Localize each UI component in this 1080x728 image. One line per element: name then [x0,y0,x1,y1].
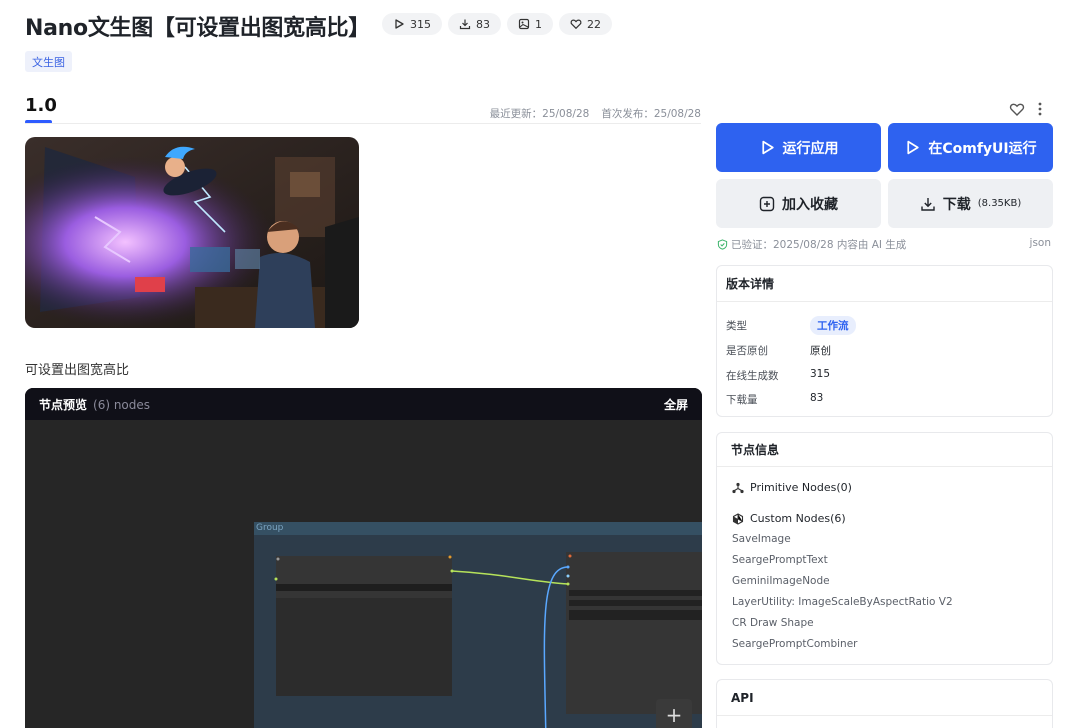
last-update: 最近更新：25/08/28 [489,108,590,120]
workflow-description: 可设置出图宽高比 [25,363,130,378]
node-list-item: SeargePromptText [732,554,828,566]
fullscreen-button[interactable]: 全屏 [664,396,688,413]
version-details-title: 版本详情 [717,266,1052,302]
api-title[interactable]: API [717,680,1052,716]
version-details-card: 版本详情 类型 工作流 是否原创 原创 在线生成数 315 下载量 83 [716,265,1053,417]
download-icon [921,197,935,211]
verification-note: 已验证：2025/08/28 内容由 AI 生成 [717,237,906,252]
add-node-button[interactable]: + [656,699,692,728]
run-in-comfyui-label: 在ComfyUI运行 [928,140,1037,157]
primitive-nodes-row[interactable]: Primitive Nodes(0) [732,481,852,494]
version-dates: 最近更新：25/08/28 首次发布：25/08/28 [490,106,701,121]
play-icon [395,19,404,29]
images-stat: 1 [507,13,553,35]
downloads-stat: 83 [448,13,501,35]
primitive-nodes-label: Primitive Nodes(0) [750,481,852,494]
node-info-title: 节点信息 [717,433,1052,467]
add-favorite-label: 加入收藏 [782,196,838,213]
cube-icon [732,512,744,525]
plus-square-icon [759,196,775,211]
version-tab[interactable]: 1.0 [25,95,57,116]
detail-key: 类型 [726,320,747,332]
nodes-tree-icon [732,482,744,493]
run-app-label: 运行应用 [782,140,839,157]
detail-key: 下载量 [726,394,758,406]
detail-value: 原创 [810,345,831,357]
node-info-card: 节点信息 Primitive Nodes(0) Custom Nodes(6) … [716,432,1053,665]
download-icon [459,19,471,30]
first-publish: 首次发布：25/08/28 [601,108,701,120]
download-button[interactable]: 下载 (8.35KB) [888,179,1053,228]
verification-text: 已验证：2025/08/28 内容由 AI 生成 [731,239,907,251]
node-list-item: GeminiImageNode [732,575,830,587]
node-list-item: CR Draw Shape [732,617,814,629]
detail-value: 工作流 [810,316,856,335]
node-preview-panel[interactable]: 节点预览 (6) nodes 全屏 Group + [25,388,702,728]
node-preview-label: 节点预览 [39,397,88,412]
type-badge: 工作流 [810,316,856,335]
right-toolbar [1009,101,1042,117]
heart-icon[interactable] [1009,101,1025,117]
stats-bar: 315 83 1 22 [382,13,612,35]
likes-stat[interactable]: 22 [559,13,612,35]
detail-key: 是否原创 [726,345,768,357]
shield-check-icon [717,239,728,250]
api-card: API [716,679,1053,728]
node-list-item: SaveImage [732,533,791,545]
workflow-cover-image[interactable] [25,137,359,328]
custom-nodes-row[interactable]: Custom Nodes(6) [732,512,846,525]
downloads-count: 83 [476,17,490,31]
add-favorite-button[interactable]: 加入收藏 [716,179,881,228]
heart-icon [570,19,582,30]
node-list-item: SeargePromptCombiner [732,638,858,650]
play-icon [907,140,920,155]
likes-count: 22 [587,17,601,31]
download-size: (8.35KB) [977,198,1022,209]
download-label: 下载 [942,196,971,213]
node-group[interactable]: Group [254,522,702,728]
node-preview-header: 节点预览 (6) nodes 全屏 [25,388,702,420]
json-link[interactable]: json [1030,237,1051,249]
image-icon [518,18,530,30]
run-app-button[interactable]: 运行应用 [716,123,881,172]
divider [25,123,701,124]
page-title: Nano文生图【可设置出图宽高比】 [25,16,370,41]
images-count: 1 [535,17,542,31]
node-preview-title: 节点预览 (6) nodes [39,396,150,413]
more-options-icon[interactable] [1038,102,1042,116]
node-links [274,554,572,728]
runs-count: 315 [410,17,431,31]
detail-value: 315 [810,368,831,380]
detail-key: 在线生成数 [726,370,779,382]
play-icon [761,140,774,155]
runs-stat: 315 [382,13,442,35]
detail-value: 83 [810,392,824,404]
node-count: (6) nodes [93,397,151,412]
custom-nodes-label: Custom Nodes(6) [750,512,846,525]
run-in-comfyui-button[interactable]: 在ComfyUI运行 [888,123,1053,172]
category-tag[interactable]: 文生图 [25,51,72,72]
node-list-item: LayerUtility: ImageScaleByAspectRatio V2 [732,596,953,608]
